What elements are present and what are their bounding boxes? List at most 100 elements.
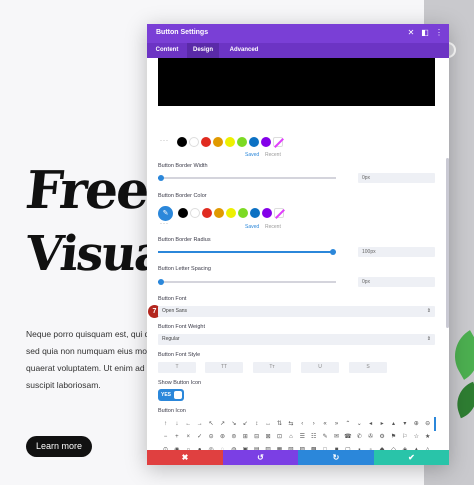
icon-option[interactable]: ★ (422, 432, 433, 443)
icon-option[interactable]: ⊖ (422, 419, 433, 430)
icon-option[interactable]: ↕ (251, 419, 262, 430)
icon-option[interactable]: ✎ (320, 432, 331, 443)
icon-option[interactable]: ▾ (399, 419, 410, 430)
icon-option[interactable]: ✇ (365, 432, 376, 443)
button-font-select[interactable]: Open Sans ⇕ (158, 306, 435, 317)
undo-button[interactable]: ↺ (223, 450, 298, 465)
color-swatch[interactable] (178, 208, 188, 218)
letter-spacing-slider[interactable] (158, 279, 336, 285)
icon-option[interactable]: ↔ (263, 419, 274, 430)
color-swatch[interactable] (238, 208, 248, 218)
border-radius-input[interactable]: 100px (358, 247, 435, 257)
icon-option[interactable]: ‹ (297, 419, 308, 430)
underline-style-button[interactable]: U (301, 362, 339, 373)
icon-option[interactable]: ✓ (194, 432, 205, 443)
icon-option[interactable]: ⊡ (274, 432, 285, 443)
menu-icon[interactable]: ⋮ (433, 27, 445, 39)
icon-option[interactable]: ↗ (217, 419, 228, 430)
icon-option[interactable]: ↘ (228, 419, 239, 430)
icon-option[interactable]: ↙ (240, 419, 251, 430)
color-swatch[interactable] (261, 137, 271, 147)
font-weight-select[interactable]: Regular ⇕ (158, 334, 435, 345)
tab-content[interactable]: Content (151, 43, 183, 58)
icon-option[interactable]: ↓ (171, 419, 182, 430)
icon-option[interactable]: ⌃ (342, 419, 353, 430)
tab-design[interactable]: Design (187, 43, 219, 58)
icon-option[interactable]: ← (183, 419, 194, 430)
redo-button[interactable]: ↻ (298, 450, 374, 465)
recent-colors-tab[interactable]: Recent (265, 224, 281, 230)
eyedropper-icon[interactable]: ✎ (158, 206, 173, 221)
color-swatch[interactable] (262, 208, 272, 218)
capitalize-style-button[interactable]: Tт (253, 362, 291, 373)
modal-scrollbar[interactable] (446, 158, 449, 328)
icon-option[interactable]: ☆ (411, 432, 422, 443)
icon-option[interactable]: ✆ (354, 432, 365, 443)
icon-option[interactable]: ◂ (365, 419, 376, 430)
icon-option[interactable]: ↑ (160, 419, 171, 430)
expand-icon[interactable]: ◧ (419, 27, 431, 39)
icon-option[interactable]: « (320, 419, 331, 430)
border-radius-slider[interactable] (158, 249, 336, 255)
icon-option[interactable]: ⊟ (251, 432, 262, 443)
uppercase-style-button[interactable]: TT (205, 362, 243, 373)
icon-option[interactable]: ⇆ (285, 419, 296, 430)
icon-option[interactable]: ⚐ (399, 432, 410, 443)
border-width-input[interactable]: 0px (358, 173, 435, 183)
color-swatch[interactable] (226, 208, 236, 218)
icon-option[interactable]: ✉ (331, 432, 342, 443)
color-swatch[interactable] (202, 208, 212, 218)
clear-color-icon[interactable] (273, 137, 283, 147)
icon-option[interactable]: ↖ (206, 419, 217, 430)
icon-option[interactable]: ⊛ (217, 432, 228, 443)
icon-option[interactable]: ⊕ (411, 419, 422, 430)
color-swatch[interactable] (177, 137, 187, 147)
saved-colors-tab[interactable]: Saved (245, 152, 259, 158)
icon-option[interactable]: ▴ (388, 419, 399, 430)
slider-knob[interactable] (330, 249, 336, 255)
icon-option[interactable]: ⚑ (388, 432, 399, 443)
icon-option[interactable]: ⊝ (206, 432, 217, 443)
more-colors-icon[interactable]: ··· (160, 138, 169, 144)
icon-option[interactable]: ☎ (342, 432, 353, 443)
color-swatch[interactable] (214, 208, 224, 218)
icon-option[interactable]: + (171, 432, 182, 443)
saved-colors-tab[interactable]: Saved (245, 224, 259, 230)
icon-option[interactable]: ⊜ (228, 432, 239, 443)
icon-option[interactable]: ⊞ (240, 432, 251, 443)
icon-option[interactable]: ▸ (377, 419, 388, 430)
close-icon[interactable]: ✕ (405, 27, 417, 39)
show-icon-toggle[interactable]: YES (158, 389, 184, 401)
icon-option[interactable]: ⌄ (354, 419, 365, 430)
icon-option[interactable]: ⌂ (285, 432, 296, 443)
cancel-button[interactable]: ✖ (147, 450, 223, 465)
border-width-slider[interactable] (158, 175, 336, 181)
icon-option[interactable]: ⊠ (263, 432, 274, 443)
more-colors-icon[interactable]: ··· (160, 221, 169, 227)
icon-grid-scrollbar[interactable] (434, 417, 436, 431)
learn-more-button[interactable]: Learn more (26, 436, 92, 457)
strikethrough-style-button[interactable]: S (349, 362, 387, 373)
icon-option[interactable]: ⇅ (274, 419, 285, 430)
italic-style-button[interactable]: T (158, 362, 196, 373)
color-swatch[interactable] (213, 137, 223, 147)
color-swatch[interactable] (189, 137, 199, 147)
icon-option[interactable]: › (308, 419, 319, 430)
color-swatch[interactable] (225, 137, 235, 147)
icon-option[interactable]: ☷ (308, 432, 319, 443)
icon-option[interactable]: × (183, 432, 194, 443)
icon-option[interactable]: → (194, 419, 205, 430)
color-swatch[interactable] (249, 137, 259, 147)
slider-knob[interactable] (158, 175, 164, 181)
color-swatch[interactable] (201, 137, 211, 147)
icon-option[interactable]: » (331, 419, 342, 430)
save-button[interactable]: ✔ (374, 450, 449, 465)
color-swatch[interactable] (237, 137, 247, 147)
color-swatch[interactable] (190, 208, 200, 218)
clear-color-icon[interactable] (274, 208, 284, 218)
recent-colors-tab[interactable]: Recent (265, 152, 281, 158)
slider-knob[interactable] (158, 279, 164, 285)
tab-advanced[interactable]: Advanced (225, 43, 263, 58)
color-swatch[interactable] (250, 208, 260, 218)
letter-spacing-input[interactable]: 0px (358, 277, 435, 287)
